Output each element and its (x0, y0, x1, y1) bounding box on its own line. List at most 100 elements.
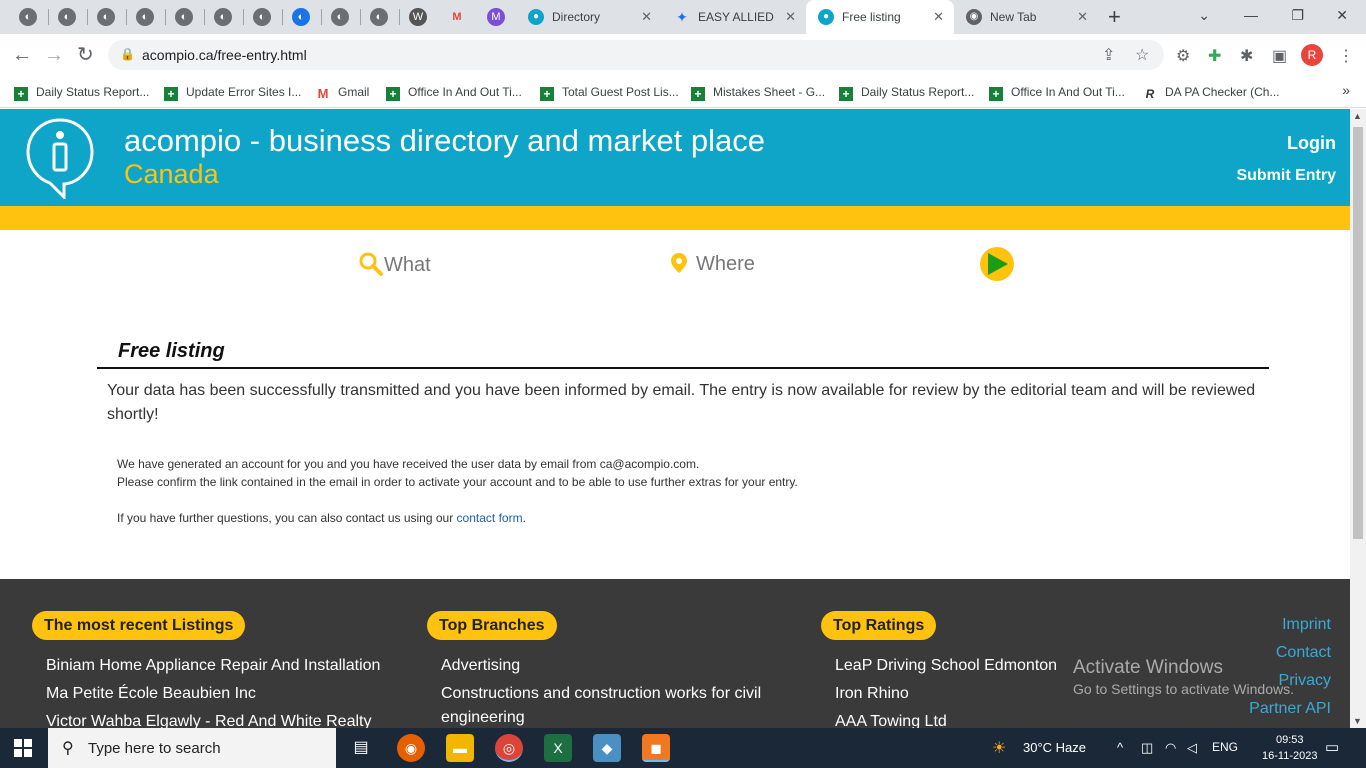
tab-favicon-icon[interactable]: ◐ (370, 8, 388, 26)
close-icon[interactable]: ✕ (785, 0, 796, 34)
tab-favicon-icon[interactable]: ◐ (175, 8, 193, 26)
bookmarks-bar: + Daily Status Report... + Update Error Si… (0, 76, 1366, 108)
close-window-button[interactable]: ✕ (1336, 0, 1348, 30)
tab-favicon-icon[interactable]: ◐ (331, 8, 349, 26)
weather-icon[interactable]: ☀ (992, 738, 1006, 758)
page-scrollbar[interactable]: ▲ ▼ (1350, 109, 1366, 728)
scrollbar-thumb[interactable] (1353, 127, 1363, 539)
close-icon[interactable]: ✕ (1077, 0, 1088, 34)
play-icon (988, 253, 1008, 275)
tab-favicon-icon[interactable]: ◐ (136, 8, 154, 26)
close-icon[interactable]: ✕ (933, 0, 944, 34)
site-header: acompio - business directory and market … (0, 109, 1350, 206)
listing-link[interactable]: Biniam Home Appliance Repair And Install… (46, 652, 380, 680)
listing-link[interactable]: Victor Wahba Elgawly - Red And White Rea… (46, 708, 380, 728)
extension-plus-icon[interactable]: ✚ (1208, 46, 1221, 66)
tab-directory[interactable]: ● Directory ✕ (516, 0, 662, 34)
contact-form-link[interactable]: contact form (457, 511, 523, 525)
bookmarks-overflow-icon[interactable]: » (1342, 82, 1350, 98)
forward-button[interactable]: → (44, 42, 64, 68)
tab-free-listing[interactable]: ● Free listing ✕ (806, 0, 954, 34)
language-indicator[interactable]: ENG (1212, 740, 1238, 754)
menu-icon[interactable]: ⋮ (1338, 46, 1354, 66)
search-what-field[interactable]: What (358, 251, 431, 277)
tab-easy-allied[interactable]: ✦ EASY ALLIED H ✕ (662, 0, 806, 34)
firefox-icon[interactable]: ◉ (397, 734, 425, 762)
search-where-field[interactable]: Where (668, 251, 755, 276)
bookmark-star-icon[interactable]: ☆ (1135, 45, 1149, 65)
share-icon[interactable]: ⇪ (1102, 45, 1115, 65)
task-view-icon[interactable]: ▤ (347, 734, 375, 762)
profile-avatar[interactable]: R (1301, 44, 1323, 66)
tab-new-tab[interactable]: ◉ New Tab ✕ (954, 0, 1098, 34)
taskbar-search-box[interactable]: ⚲ Type here to search (48, 728, 336, 768)
imprint-link[interactable]: Imprint (1249, 611, 1331, 639)
tab-favicon-icon[interactable]: ◐ (214, 8, 232, 26)
close-icon[interactable]: ✕ (641, 0, 652, 34)
network-icon[interactable]: ◫ (1141, 740, 1153, 756)
reload-button[interactable]: ↻ (77, 42, 94, 68)
pin-icon: ● (528, 9, 544, 25)
rating-link[interactable]: Iron Rhino (835, 680, 1057, 708)
tab-favicon-icon[interactable]: ◐ (58, 8, 76, 26)
rating-link[interactable]: AAA Towing Ltd (835, 708, 1057, 728)
branch-link[interactable]: engineering (441, 706, 761, 728)
submit-entry-link[interactable]: Submit Entry (1236, 167, 1336, 185)
bookmark-item[interactable]: M Gmail (316, 82, 370, 102)
bookmark-item[interactable]: R DA PA Checker (Ch... (1143, 82, 1280, 102)
tab-favicon-icon[interactable]: M (487, 8, 505, 26)
tab-favicon-icon[interactable]: ◐ (97, 8, 115, 26)
login-link[interactable]: Login (1287, 133, 1336, 154)
puzzle-icon[interactable]: ✱ (1240, 46, 1253, 66)
lock-icon[interactable]: 🔒 (120, 47, 135, 61)
tray-overflow-icon[interactable]: ^ (1117, 740, 1123, 755)
info-logo-icon[interactable] (26, 117, 94, 199)
bookmark-item[interactable]: + Daily Status Report... (14, 82, 149, 102)
bookmark-item[interactable]: + Office In And Out Ti... (989, 82, 1125, 102)
branch-link[interactable]: Constructions and construction works for… (441, 682, 761, 706)
contact-link[interactable]: Contact (1249, 639, 1331, 667)
address-bar[interactable]: 🔒 acompio.ca/free-entry.html ⇪ ☆ (108, 40, 1164, 70)
windows-taskbar: ⚲ Type here to search ▤ ◉ ▬ ◎ X ◆ ◼ ☀ 30… (0, 728, 1366, 768)
pin-icon: ● (818, 9, 834, 25)
file-explorer-icon[interactable]: ▬ (446, 734, 474, 762)
privacy-link[interactable]: Privacy (1249, 667, 1331, 695)
search-go-button[interactable] (980, 247, 1014, 281)
rating-link[interactable]: LeaP Driving School Edmonton (835, 652, 1057, 680)
gmail-icon[interactable]: M (448, 8, 466, 26)
tab-favicon-icon[interactable]: ◐ (253, 8, 271, 26)
accent-bar (0, 206, 1350, 230)
bookmark-item[interactable]: + Total Guest Post Lis... (540, 82, 679, 102)
screen-recorder-icon[interactable]: ◼ (642, 734, 670, 762)
bookmark-item[interactable]: + Mistakes Sheet - G... (691, 82, 825, 102)
bookmark-item[interactable]: + Update Error Sites I... (164, 82, 301, 102)
wifi-icon[interactable]: ◠ (1165, 740, 1176, 756)
new-tab-button[interactable]: + (1108, 4, 1121, 30)
weather-text[interactable]: 30°C Haze (1023, 740, 1086, 755)
bookmark-item[interactable]: + Daily Status Report... (839, 82, 974, 102)
chrome-icon[interactable]: ◎ (495, 734, 523, 762)
notification-icon[interactable]: ▭ (1325, 738, 1339, 756)
system-clock[interactable]: 09:53 16-11-2023 (1262, 732, 1317, 764)
sidepanel-icon[interactable]: ▣ (1272, 46, 1287, 66)
chevron-down-icon[interactable]: ⌄ (1198, 0, 1210, 30)
tab-favicon-icon[interactable]: W (409, 8, 427, 26)
bookmark-item[interactable]: + Office In And Out Ti... (386, 82, 522, 102)
dapa-icon: R (1145, 87, 1155, 101)
maximize-button[interactable]: ❐ (1291, 0, 1304, 30)
excel-icon[interactable]: X (544, 734, 572, 762)
tab-favicon-icon[interactable]: ◐ (292, 8, 310, 26)
minimize-button[interactable]: — (1244, 0, 1258, 30)
back-button[interactable]: ← (12, 42, 32, 68)
partner-api-link[interactable]: Partner API (1249, 695, 1331, 723)
windows-start-icon[interactable] (14, 739, 32, 757)
tab-favicon-icon[interactable]: ◐ (19, 8, 37, 26)
branch-link[interactable]: Advertising (441, 654, 761, 678)
recent-listings-list: Biniam Home Appliance Repair And Install… (46, 652, 380, 728)
scroll-up-icon[interactable]: ▲ (1353, 111, 1362, 121)
scroll-down-icon[interactable]: ▼ (1353, 716, 1362, 726)
listing-link[interactable]: Ma Petite École Beaubien Inc (46, 680, 380, 708)
volume-icon[interactable]: ◁ (1187, 740, 1197, 756)
notes-app-icon[interactable]: ◆ (593, 734, 621, 762)
extension-icon[interactable]: ⚙ (1176, 46, 1190, 66)
